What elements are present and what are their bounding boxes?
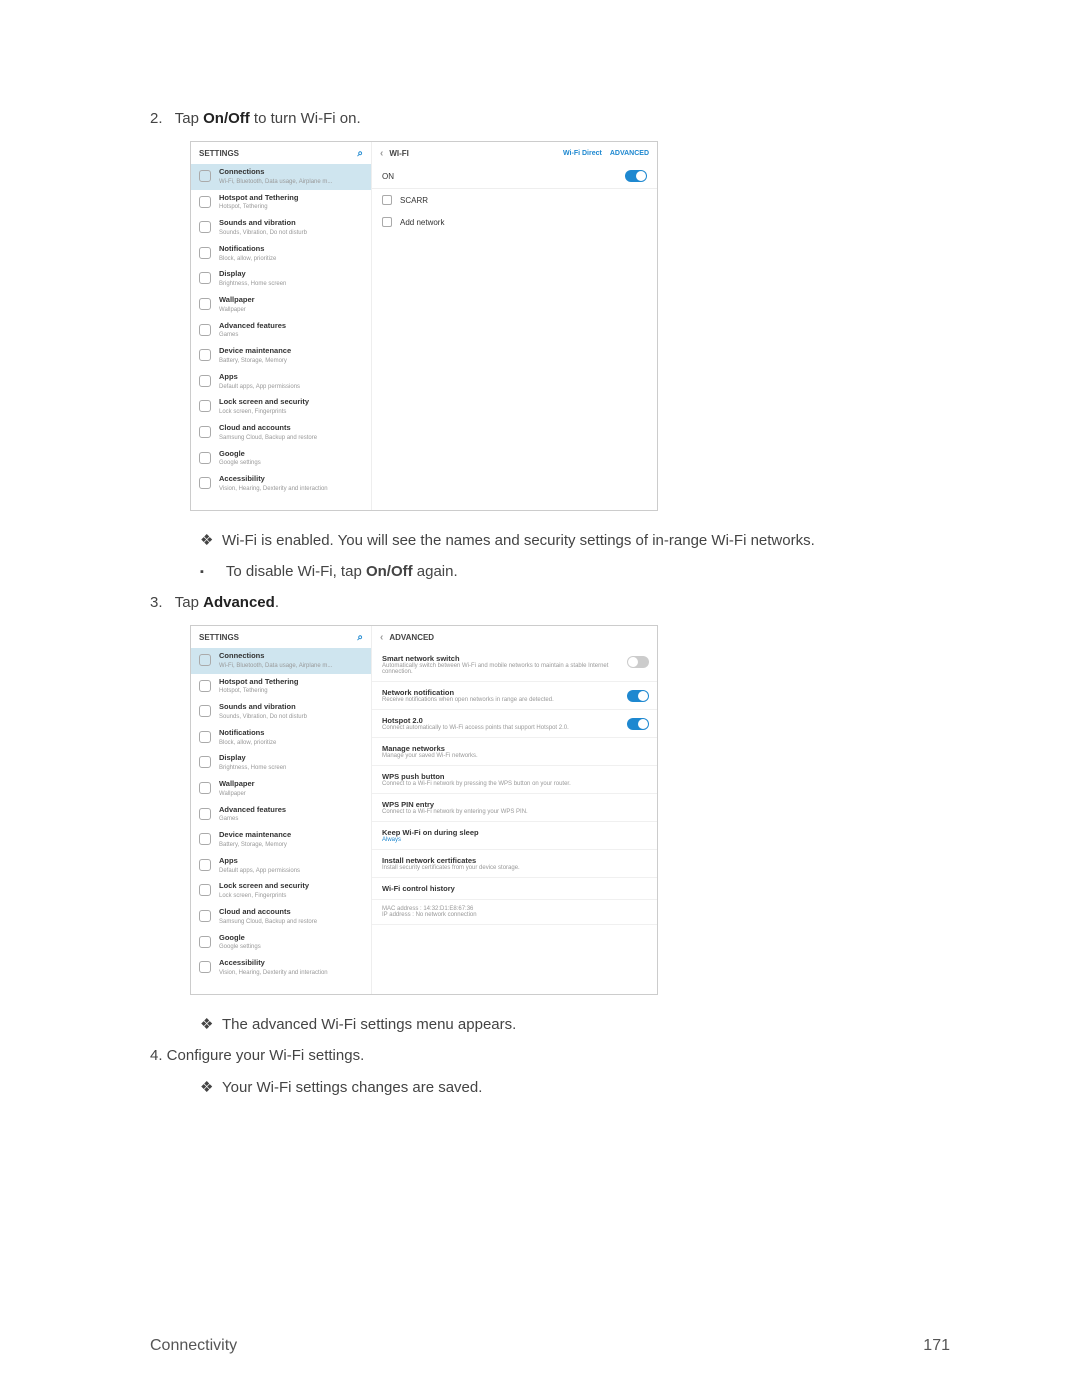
plus-icon: [382, 217, 392, 227]
toggle[interactable]: [627, 718, 649, 730]
bullet-adv-appears: ❖The advanced Wi-Fi settings menu appear…: [200, 1015, 950, 1033]
settings-item-icon: [199, 349, 211, 361]
settings-item-icon: [199, 221, 211, 233]
sidebar-item[interactable]: Hotspot and TetheringHotspot, Tethering: [191, 190, 371, 216]
settings-item-icon: [199, 705, 211, 717]
sidebar-item[interactable]: WallpaperWallpaper: [191, 776, 371, 802]
wifi-header: ‹ WI-FI Wi-Fi Direct ADVANCED: [372, 142, 657, 164]
wifi-direct-link[interactable]: Wi-Fi Direct: [563, 150, 602, 157]
settings-item-icon: [199, 426, 211, 438]
settings-panel-2: SETTINGS ⌕ ConnectionsWi-Fi, Bluetooth, …: [191, 626, 371, 994]
advanced-item[interactable]: Keep Wi-Fi on during sleepAlways: [372, 822, 657, 850]
footer-section: Connectivity: [150, 1337, 237, 1355]
sidebar-item[interactable]: ConnectionsWi-Fi, Bluetooth, Data usage,…: [191, 164, 371, 190]
wifi-on-row: ON: [372, 164, 657, 189]
advanced-item[interactable]: MAC address : 14:32:D1:E8:67:36IP addres…: [372, 900, 657, 925]
sidebar-item[interactable]: NotificationsBlock, allow, prioritize: [191, 241, 371, 267]
bullet-wifi-enabled: ❖Wi-Fi is enabled. You will see the name…: [200, 531, 950, 549]
add-network[interactable]: Add network: [372, 211, 657, 233]
settings-item-icon: [199, 756, 211, 768]
settings-item-icon: [199, 196, 211, 208]
sidebar-item[interactable]: Lock screen and securityLock screen, Fin…: [191, 878, 371, 904]
back-icon[interactable]: ‹: [380, 632, 383, 643]
wifi-toggle[interactable]: [625, 170, 647, 182]
wifi-icon: [382, 195, 392, 205]
settings-header-2: SETTINGS ⌕: [191, 626, 371, 648]
sidebar-item[interactable]: GoogleGoogle settings: [191, 930, 371, 956]
settings-item-icon: [199, 961, 211, 973]
sidebar-item[interactable]: AppsDefault apps, App permissions: [191, 853, 371, 879]
advanced-panel: ‹ ADVANCED Smart network switchAutomatic…: [371, 626, 657, 994]
wifi-panel: ‹ WI-FI Wi-Fi Direct ADVANCED ON SCARR A…: [371, 142, 657, 510]
sidebar-item[interactable]: Sounds and vibrationSounds, Vibration, D…: [191, 215, 371, 241]
advanced-item[interactable]: Wi-Fi control history: [372, 878, 657, 900]
toggle[interactable]: [627, 656, 649, 668]
sidebar-item[interactable]: AccessibilityVision, Hearing, Dexterity …: [191, 471, 371, 497]
advanced-item[interactable]: WPS PIN entryConnect to a Wi-Fi network …: [372, 794, 657, 822]
settings-item-icon: [199, 170, 211, 182]
search-icon[interactable]: ⌕: [357, 148, 363, 159]
settings-item-icon: [199, 272, 211, 284]
bullet-saved: ❖Your Wi-Fi settings changes are saved.: [200, 1078, 950, 1096]
screenshot-wifi: SETTINGS ⌕ ConnectionsWi-Fi, Bluetooth, …: [190, 141, 658, 511]
sidebar-item[interactable]: Hotspot and TetheringHotspot, Tethering: [191, 674, 371, 700]
settings-item-icon: [199, 298, 211, 310]
advanced-item[interactable]: Manage networksManage your saved Wi-Fi n…: [372, 738, 657, 766]
sidebar-item[interactable]: GoogleGoogle settings: [191, 446, 371, 472]
sidebar-item[interactable]: DisplayBrightness, Home screen: [191, 750, 371, 776]
bullet-disable-wifi: ▪ To disable Wi-Fi, tap On/Off again.: [200, 563, 950, 580]
settings-item-icon: [199, 375, 211, 387]
footer-page: 171: [923, 1337, 950, 1355]
sidebar-item[interactable]: Cloud and accountsSamsung Cloud, Backup …: [191, 904, 371, 930]
advanced-item[interactable]: Install network certificatesInstall secu…: [372, 850, 657, 878]
settings-item-icon: [199, 654, 211, 666]
settings-item-icon: [199, 731, 211, 743]
sidebar-item[interactable]: DisplayBrightness, Home screen: [191, 266, 371, 292]
sidebar-item[interactable]: Advanced featuresGames: [191, 802, 371, 828]
settings-item-icon: [199, 680, 211, 692]
sidebar-item[interactable]: AppsDefault apps, App permissions: [191, 369, 371, 395]
sidebar-item[interactable]: Lock screen and securityLock screen, Fin…: [191, 394, 371, 420]
sidebar-item[interactable]: AccessibilityVision, Hearing, Dexterity …: [191, 955, 371, 981]
toggle[interactable]: [627, 690, 649, 702]
sidebar-item[interactable]: ConnectionsWi-Fi, Bluetooth, Data usage,…: [191, 648, 371, 674]
sidebar-item[interactable]: WallpaperWallpaper: [191, 292, 371, 318]
sidebar-item[interactable]: Sounds and vibrationSounds, Vibration, D…: [191, 699, 371, 725]
sidebar-item[interactable]: Device maintenanceBattery, Storage, Memo…: [191, 343, 371, 369]
back-icon[interactable]: ‹: [380, 148, 383, 159]
screenshot-advanced: SETTINGS ⌕ ConnectionsWi-Fi, Bluetooth, …: [190, 625, 658, 995]
settings-item-icon: [199, 859, 211, 871]
step-2: 2. Tap On/Off to turn Wi-Fi on.: [150, 110, 950, 127]
settings-item-icon: [199, 452, 211, 464]
advanced-item[interactable]: WPS push buttonConnect to a Wi-Fi networ…: [372, 766, 657, 794]
settings-header: SETTINGS ⌕: [191, 142, 371, 164]
sidebar-item[interactable]: NotificationsBlock, allow, prioritize: [191, 725, 371, 751]
settings-item-icon: [199, 808, 211, 820]
advanced-item[interactable]: Network notificationReceive notification…: [372, 682, 657, 710]
sidebar-item[interactable]: Device maintenanceBattery, Storage, Memo…: [191, 827, 371, 853]
settings-item-icon: [199, 833, 211, 845]
network-item[interactable]: SCARR: [372, 189, 657, 211]
advanced-item[interactable]: Smart network switchAutomatically switch…: [372, 648, 657, 682]
advanced-item[interactable]: Hotspot 2.0Connect automatically to Wi-F…: [372, 710, 657, 738]
settings-item-icon: [199, 400, 211, 412]
step-3: 3. Tap Advanced.: [150, 594, 950, 611]
step-4: 4. Configure your Wi-Fi settings.: [150, 1047, 950, 1064]
settings-item-icon: [199, 782, 211, 794]
sidebar-item[interactable]: Advanced featuresGames: [191, 318, 371, 344]
settings-panel: SETTINGS ⌕ ConnectionsWi-Fi, Bluetooth, …: [191, 142, 371, 510]
search-icon[interactable]: ⌕: [357, 632, 363, 643]
settings-item-icon: [199, 910, 211, 922]
settings-item-icon: [199, 477, 211, 489]
settings-item-icon: [199, 936, 211, 948]
sidebar-item[interactable]: Cloud and accountsSamsung Cloud, Backup …: [191, 420, 371, 446]
page-footer: Connectivity 171: [150, 1337, 950, 1355]
settings-item-icon: [199, 324, 211, 336]
advanced-header: ‹ ADVANCED: [372, 626, 657, 648]
advanced-link[interactable]: ADVANCED: [610, 150, 649, 157]
settings-item-icon: [199, 884, 211, 896]
settings-item-icon: [199, 247, 211, 259]
